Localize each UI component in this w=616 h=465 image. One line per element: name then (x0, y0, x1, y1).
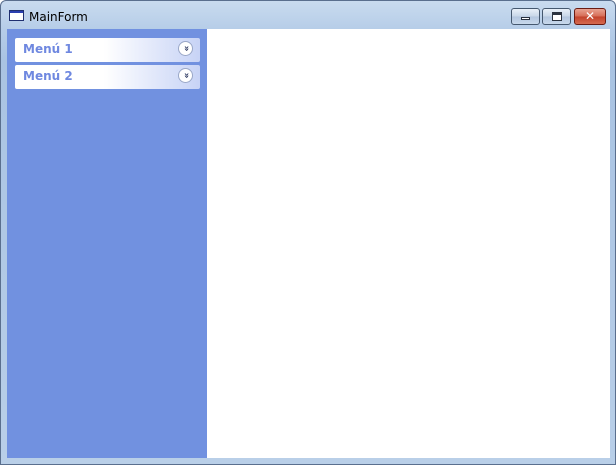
menu-label-2: Menú 2 (23, 69, 73, 83)
main-window: MainForm ✕ Menú 1 » Menú 2 » (0, 0, 616, 465)
close-button[interactable]: ✕ (574, 8, 606, 25)
client-area: Menú 1 » Menú 2 » (7, 29, 610, 458)
sidebar-panel: Menú 1 » Menú 2 » (7, 29, 207, 458)
minimize-button[interactable] (511, 8, 540, 25)
title-bar[interactable]: MainForm ✕ (1, 1, 615, 29)
main-content-area (207, 29, 610, 458)
expand-glyph-2: » (181, 72, 191, 79)
expand-glyph-1: » (181, 45, 191, 52)
close-icon: ✕ (584, 9, 596, 23)
chevron-double-down-icon[interactable]: » (178, 41, 193, 56)
maximize-icon (552, 12, 562, 21)
menu-header-2[interactable]: Menú 2 » (15, 65, 200, 89)
chevron-double-down-icon[interactable]: » (178, 68, 193, 83)
menu-header-1[interactable]: Menú 1 » (15, 38, 200, 62)
minimize-icon (521, 17, 530, 20)
window-icon-bar (10, 11, 23, 13)
window-title: MainForm (29, 10, 88, 24)
window-icon[interactable] (9, 10, 24, 21)
maximize-button[interactable] (542, 8, 571, 25)
menu-label-1: Menú 1 (23, 42, 73, 56)
